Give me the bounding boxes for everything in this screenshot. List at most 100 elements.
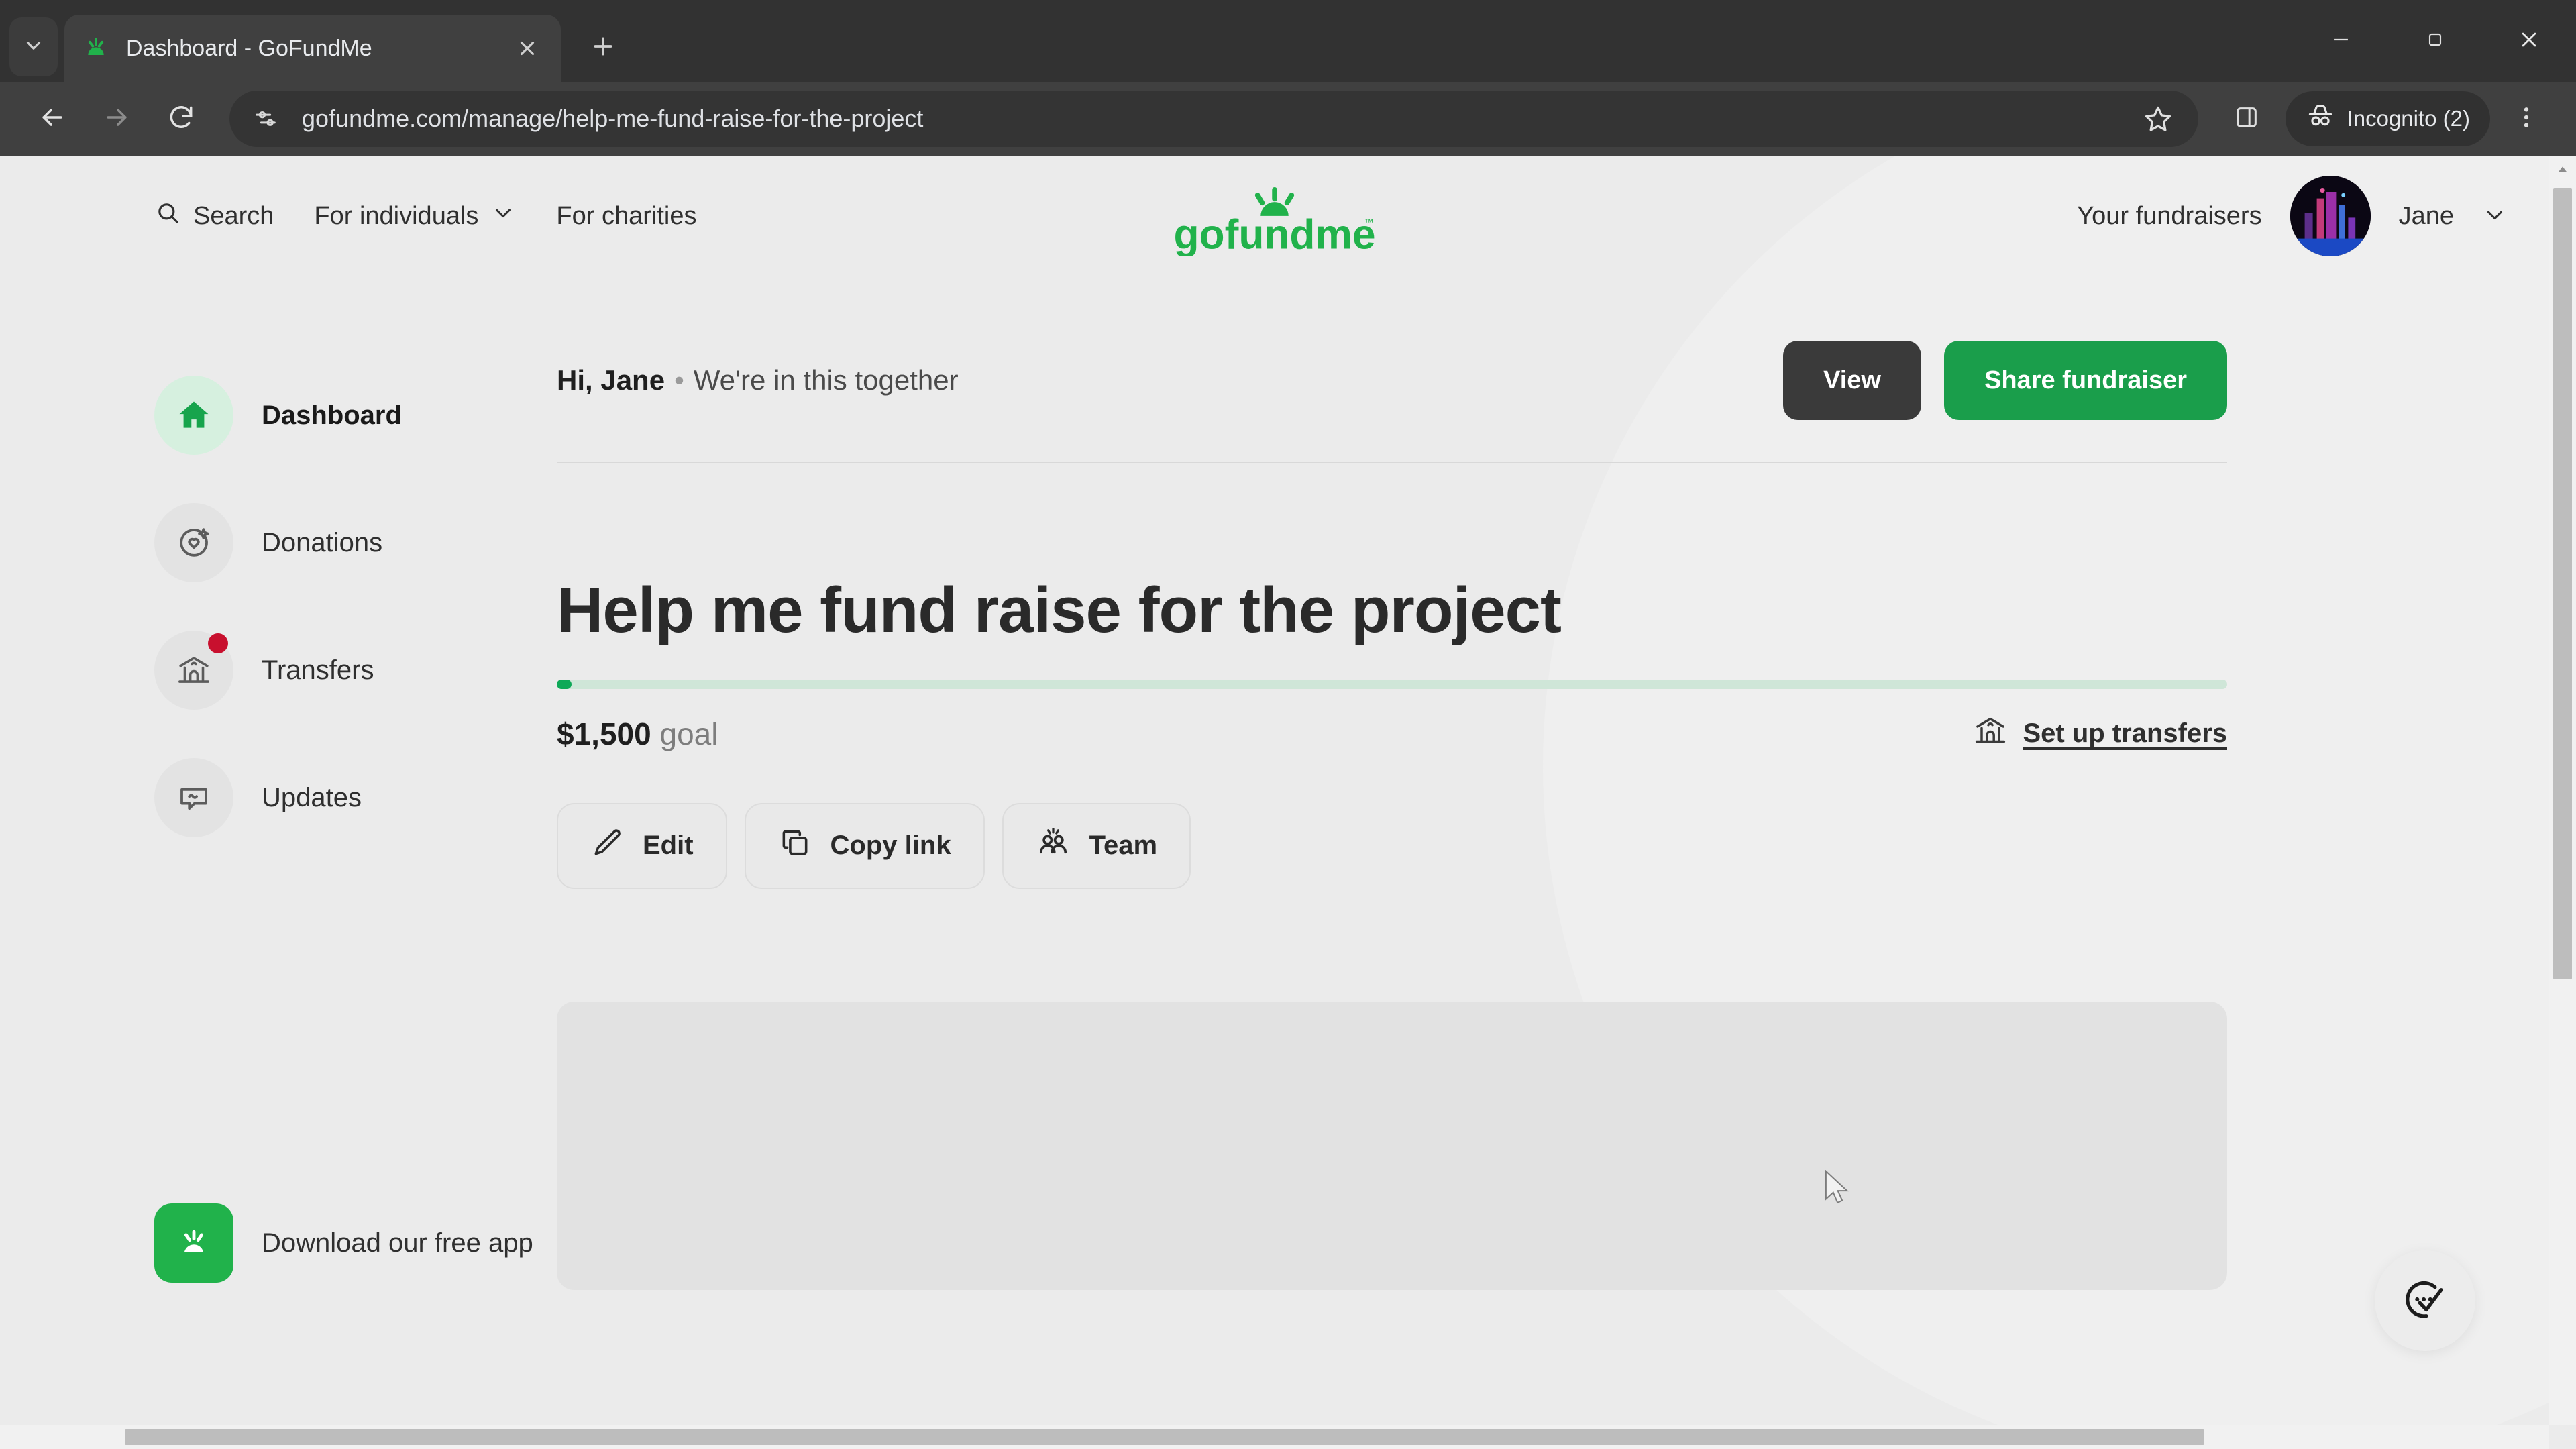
header-actions: View Share fundraiser (1783, 341, 2227, 420)
nav-for-individuals[interactable]: For individuals (314, 200, 516, 232)
sidebar-item-dashboard-label: Dashboard (262, 400, 402, 430)
set-up-transfers-link[interactable]: Set up transfers (1973, 713, 2227, 755)
horizontal-scrollbar[interactable] (0, 1425, 2549, 1449)
edit-button[interactable]: Edit (557, 802, 727, 889)
kebab-menu-icon (2513, 104, 2540, 134)
header-divider (557, 462, 2227, 463)
reload-icon (166, 103, 196, 136)
svg-text:gofundme: gofundme (1174, 211, 1375, 256)
site-settings-icon[interactable] (247, 100, 284, 138)
pencil-icon (590, 826, 624, 866)
vertical-scrollbar-thumb[interactable] (2553, 188, 2572, 979)
gofundme-logo[interactable]: gofundme ™ (1173, 186, 1376, 260)
star-icon[interactable] (2137, 97, 2180, 140)
greeting-row: Hi, Jane • We're in this together View Sha… (557, 317, 2227, 444)
browser-tab[interactable]: Dashboard - GoFundMe (64, 15, 561, 82)
your-fundraisers-link[interactable]: Your fundraisers (2077, 202, 2261, 231)
search-icon (154, 199, 181, 233)
edit-label: Edit (643, 830, 694, 861)
minimize-button[interactable] (2294, 0, 2388, 82)
goal-suffix: goal (659, 716, 718, 751)
page-body: Dashboard Donations Transfers Updates Do… (0, 276, 2549, 1290)
avatar[interactable] (2290, 176, 2371, 256)
scroll-up-arrow[interactable] (2549, 156, 2576, 184)
address-bar[interactable]: gofundme.com/manage/help-me-fund-raise-f… (229, 91, 2198, 147)
arrow-left-icon (38, 103, 67, 136)
browser-window: Dashboard - GoFundMe gofundme.com/manage… (0, 0, 2576, 1449)
team-button[interactable]: Team (1002, 802, 1191, 889)
nav-for-charities-label: For charities (556, 201, 697, 230)
horizontal-scrollbar-thumb[interactable] (125, 1429, 2204, 1445)
nav-for-charities[interactable]: For charities (556, 202, 696, 231)
back-button[interactable] (23, 89, 82, 148)
greeting-text: Hi, Jane • We're in this together (557, 364, 959, 396)
bank-icon (154, 631, 233, 710)
chat-check-icon (2399, 1273, 2451, 1329)
gofundme-page: Search For individuals For charities gof… (0, 156, 2549, 1425)
sidebar-item-transfers-label: Transfers (262, 655, 374, 685)
gofundme-app-icon (154, 1203, 233, 1283)
minimize-icon (2330, 28, 2353, 54)
incognito-indicator[interactable]: Incognito (2) (2285, 91, 2490, 146)
share-fundraiser-button[interactable]: Share fundraiser (1944, 341, 2227, 420)
team-label: Team (1089, 830, 1158, 861)
maximize-button[interactable] (2388, 0, 2482, 82)
tab-title: Dashboard - GoFundMe (126, 35, 372, 61)
your-fundraisers-label: Your fundraisers (2077, 201, 2262, 230)
sidebar-item-updates[interactable]: Updates (154, 734, 557, 861)
window-close-icon (2517, 28, 2541, 55)
chevron-down-icon (22, 34, 45, 60)
incognito-icon (2306, 101, 2335, 136)
fundraiser-actions: Edit Copy link Team (557, 802, 2227, 889)
side-panel-button[interactable] (2220, 92, 2273, 146)
goal-progress-bar (557, 679, 2227, 689)
close-window-button[interactable] (2482, 0, 2576, 82)
window-controls (2294, 0, 2576, 82)
goal-progress-fill (557, 679, 572, 689)
sidebar-item-dashboard[interactable]: Dashboard (154, 352, 557, 479)
reload-button[interactable] (152, 89, 211, 148)
browser-toolbar: gofundme.com/manage/help-me-fund-raise-f… (0, 82, 2576, 156)
copy-icon (778, 826, 812, 866)
support-chat-button[interactable] (2375, 1250, 2475, 1351)
incognito-label: Incognito (2) (2347, 106, 2470, 131)
user-menu-name[interactable]: Jane (2399, 202, 2454, 231)
site-nav-right: Your fundraisers Jane (2077, 176, 2508, 256)
close-icon[interactable] (511, 32, 543, 64)
chevron-down-icon[interactable] (2482, 202, 2508, 231)
vertical-scrollbar[interactable] (2549, 156, 2576, 1425)
site-header: Search For individuals For charities gof… (0, 156, 2549, 276)
gofundme-flame-icon (82, 34, 110, 62)
plus-icon (590, 33, 616, 63)
goal-text: $1,500 goal (557, 716, 718, 752)
forward-button[interactable] (87, 89, 146, 148)
sidebar-item-donations-label: Donations (262, 527, 383, 557)
status-badge (208, 633, 228, 653)
goal-amount: $1,500 (557, 716, 651, 751)
tab-search-button[interactable] (9, 17, 58, 76)
nav-for-individuals-label: For individuals (314, 201, 479, 230)
team-icon (1036, 825, 1071, 867)
sidebar-item-transfers[interactable]: Transfers (154, 606, 557, 734)
browser-menu-button[interactable] (2500, 89, 2553, 148)
sidebar-item-updates-label: Updates (262, 782, 362, 812)
copy-link-button[interactable]: Copy link (744, 802, 985, 889)
nav-search-label: Search (193, 201, 274, 230)
chat-bubble-icon (154, 758, 233, 837)
new-tab-button[interactable] (577, 21, 629, 74)
greeting-tagline: We're in this together (693, 364, 959, 396)
chevron-down-icon (490, 200, 516, 232)
main-content: Hi, Jane • We're in this together View Sha… (557, 276, 2549, 1290)
sidebar-item-donations[interactable]: Donations (154, 479, 557, 606)
greeting-separator: • (674, 364, 684, 396)
goal-row: $1,500 goal Set up transfers (557, 713, 2227, 755)
download-app-link[interactable]: Download our free app (154, 1203, 557, 1283)
greeting-name: Hi, Jane (557, 364, 665, 396)
arrow-right-icon (102, 103, 131, 136)
view-button[interactable]: View (1783, 341, 1921, 420)
set-up-transfers-label: Set up transfers (2023, 718, 2227, 749)
tab-strip: Dashboard - GoFundMe (0, 0, 2576, 82)
sidebar: Dashboard Donations Transfers Updates Do… (154, 276, 557, 1290)
copy-link-label: Copy link (830, 830, 951, 861)
nav-search[interactable]: Search (154, 199, 274, 233)
